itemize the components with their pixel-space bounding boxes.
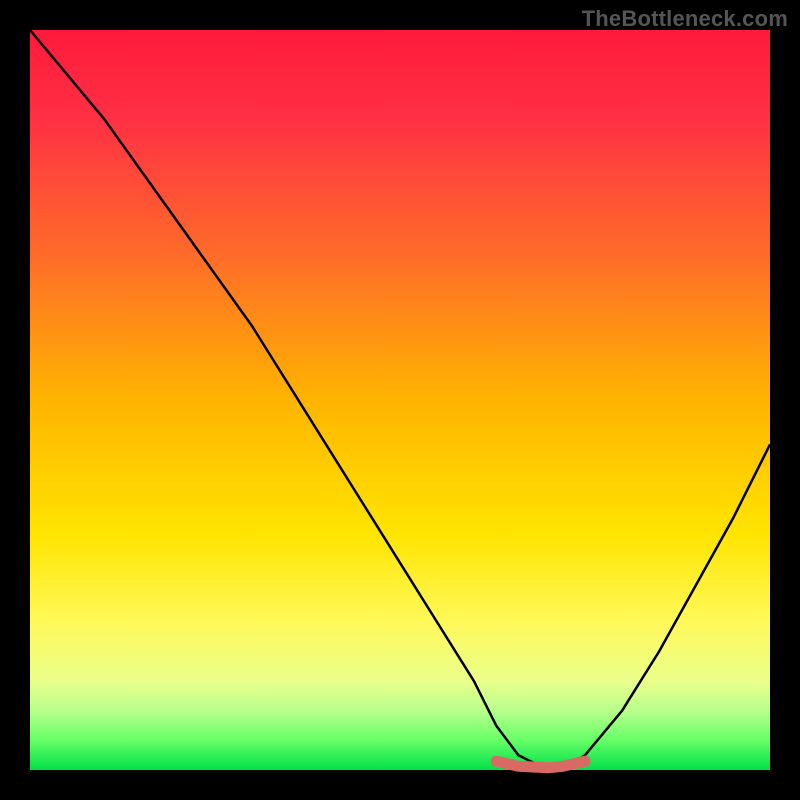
watermark-text: TheBottleneck.com	[582, 6, 788, 32]
bottleneck-chart	[0, 0, 800, 800]
gradient-background	[30, 30, 770, 770]
optimal-range-marker	[496, 761, 585, 768]
chart-stage: TheBottleneck.com	[0, 0, 800, 800]
